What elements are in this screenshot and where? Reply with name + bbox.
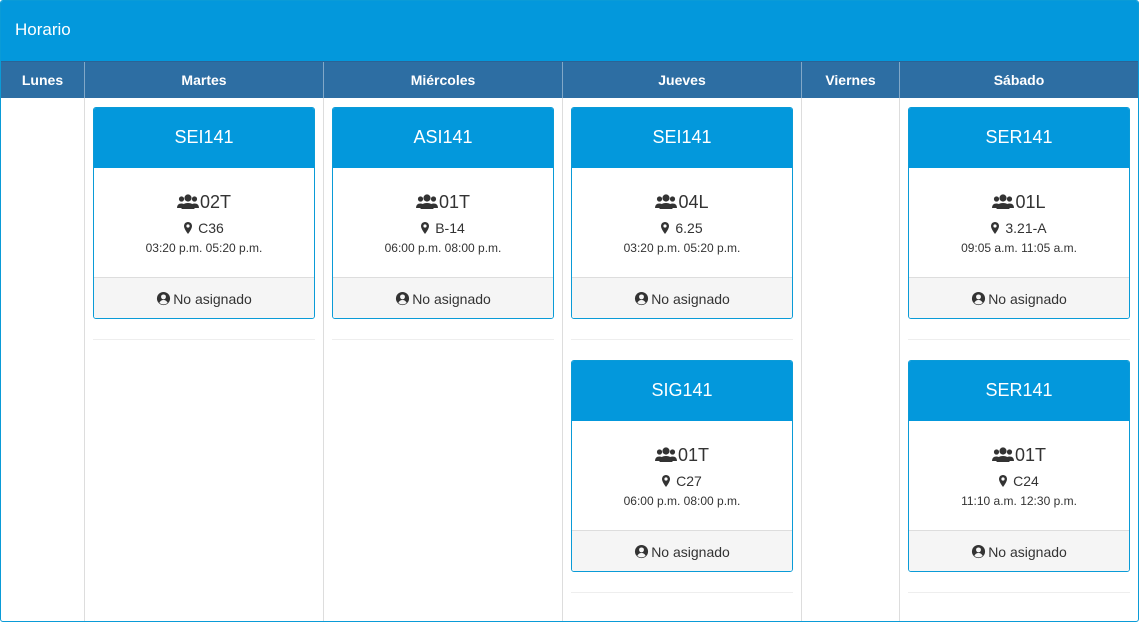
class-card[interactable]: ASI141 01T B-14 06:00 p.m. 08:00 p.m. No… (332, 107, 554, 319)
column-jueves: SEI141 04L 6.25 03:20 p.m. 05:20 p.m. No… (563, 98, 802, 621)
teacher-footer: No asignado (94, 277, 314, 318)
teacher-label: No asignado (988, 543, 1067, 560)
day-header-jueves: Jueves (563, 62, 802, 98)
time-label: 03:20 p.m. 05:20 p.m. (623, 241, 741, 255)
column-lunes (1, 98, 85, 621)
room-label: 6.25 (675, 220, 703, 236)
user-circle-icon (634, 291, 649, 306)
divider (571, 592, 793, 593)
course-code: SER141 (909, 361, 1129, 421)
schedule-panel: Horario Lunes Martes Miércoles Jueves Vi… (0, 0, 1139, 622)
map-marker-icon (661, 222, 670, 234)
group-label: 01T (677, 444, 710, 465)
teacher-footer: No asignado (333, 277, 553, 318)
users-icon (992, 193, 1015, 211)
room-label: B-14 (435, 220, 465, 236)
user-circle-icon (971, 544, 986, 559)
divider (93, 339, 315, 340)
map-marker-icon (184, 222, 193, 234)
column-sabado: SER141 01L 3.21-A 09:05 a.m. 11:05 a.m. … (900, 98, 1138, 621)
time-label: 09:05 a.m. 11:05 a.m. (961, 241, 1077, 255)
map-marker-icon (991, 222, 1000, 234)
group-label: 01L (1015, 191, 1046, 212)
column-martes: SEI141 02T C36 03:20 p.m. 05:20 p.m. No … (85, 98, 324, 621)
column-miercoles: ASI141 01T B-14 06:00 p.m. 08:00 p.m. No… (324, 98, 563, 621)
teacher-footer: No asignado (572, 277, 792, 318)
group-label: 04L (678, 191, 709, 212)
card-body: 01T C24 11:10 a.m. 12:30 p.m. (909, 421, 1129, 530)
time-label: 06:00 p.m. 08:00 p.m. (384, 241, 502, 255)
users-icon (655, 193, 678, 211)
class-card[interactable]: SEI141 04L 6.25 03:20 p.m. 05:20 p.m. No… (571, 107, 793, 319)
users-icon (991, 446, 1014, 464)
course-code: SEI141 (94, 108, 314, 168)
group-label: 01T (438, 191, 471, 212)
divider (332, 339, 554, 340)
time-label: 11:10 a.m. 12:30 p.m. (961, 494, 1077, 508)
group-label: 01T (1014, 444, 1047, 465)
card-body: 02T C36 03:20 p.m. 05:20 p.m. (94, 168, 314, 277)
teacher-label: No asignado (988, 290, 1067, 307)
class-card[interactable]: SEI141 02T C36 03:20 p.m. 05:20 p.m. No … (93, 107, 315, 319)
users-icon (654, 446, 677, 464)
course-code: ASI141 (333, 108, 553, 168)
divider (908, 592, 1130, 593)
card-body: 01L 3.21-A 09:05 a.m. 11:05 a.m. (909, 168, 1129, 277)
card-body: 01T C27 06:00 p.m. 08:00 p.m. (572, 421, 792, 530)
day-header-row: Lunes Martes Miércoles Jueves Viernes Sá… (1, 61, 1138, 98)
room-label: C36 (198, 220, 224, 236)
column-viernes (802, 98, 900, 621)
teacher-footer: No asignado (909, 277, 1129, 318)
user-circle-icon (156, 291, 171, 306)
teacher-label: No asignado (651, 543, 730, 560)
users-icon (415, 193, 438, 211)
day-header-martes: Martes (85, 62, 324, 98)
day-columns: SEI141 02T C36 03:20 p.m. 05:20 p.m. No … (1, 98, 1138, 621)
card-body: 04L 6.25 03:20 p.m. 05:20 p.m. (572, 168, 792, 277)
teacher-label: No asignado (412, 290, 491, 307)
room-label: C24 (1013, 473, 1039, 489)
class-card[interactable]: SER141 01T C24 11:10 a.m. 12:30 p.m. No … (908, 360, 1130, 572)
class-card[interactable]: SIG141 01T C27 06:00 p.m. 08:00 p.m. No … (571, 360, 793, 572)
map-marker-icon (662, 475, 671, 487)
time-label: 06:00 p.m. 08:00 p.m. (623, 494, 741, 508)
card-body: 01T B-14 06:00 p.m. 08:00 p.m. (333, 168, 553, 277)
course-code: SER141 (909, 108, 1129, 168)
teacher-label: No asignado (173, 290, 252, 307)
time-label: 03:20 p.m. 05:20 p.m. (145, 241, 263, 255)
day-header-sabado: Sábado (993, 72, 1045, 88)
teacher-footer: No asignado (909, 530, 1129, 571)
map-marker-icon (421, 222, 430, 234)
map-marker-icon (999, 475, 1008, 487)
room-label: 3.21-A (1005, 220, 1047, 236)
course-code: SEI141 (572, 108, 792, 168)
day-header-miercoles: Miércoles (324, 62, 563, 98)
group-label: 02T (199, 191, 232, 212)
class-card[interactable]: SER141 01L 3.21-A 09:05 a.m. 11:05 a.m. … (908, 107, 1130, 319)
user-circle-icon (395, 291, 410, 306)
users-icon (176, 193, 199, 211)
divider (908, 339, 1130, 340)
divider (571, 339, 793, 340)
page-title: Horario (1, 1, 1138, 61)
user-circle-icon (971, 291, 986, 306)
teacher-label: No asignado (651, 290, 730, 307)
day-header-lunes: Lunes (1, 62, 85, 98)
course-code: SIG141 (572, 361, 792, 421)
room-label: C27 (676, 473, 702, 489)
teacher-footer: No asignado (572, 530, 792, 571)
user-circle-icon (634, 544, 649, 559)
day-header-viernes: Viernes (802, 62, 900, 98)
